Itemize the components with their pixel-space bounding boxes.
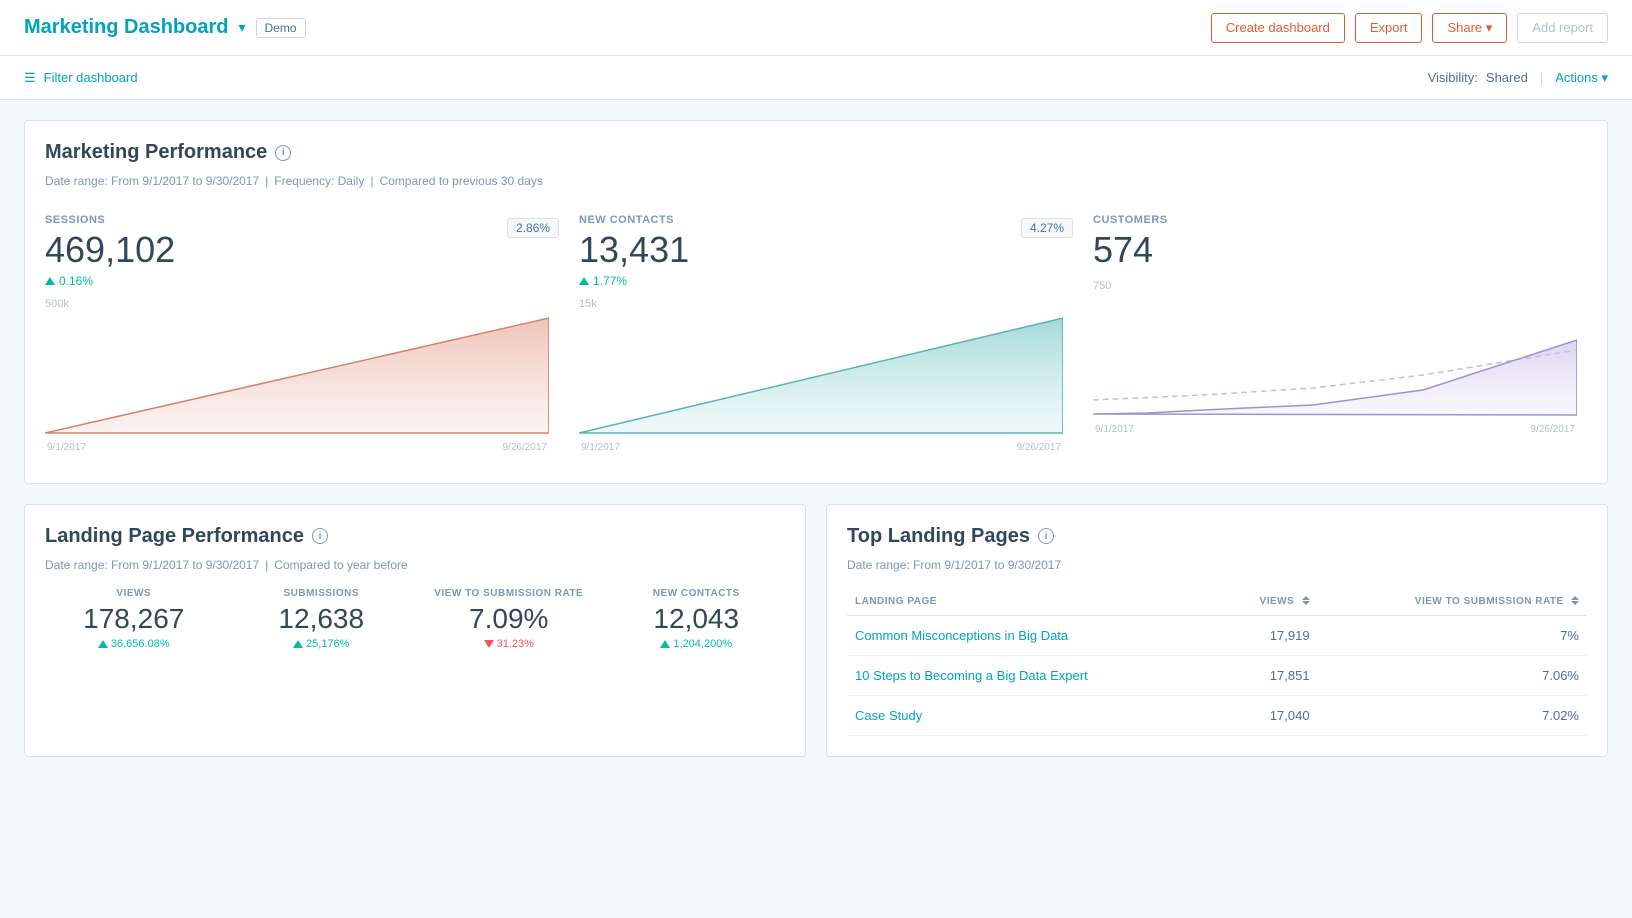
customers-chart: 750 9/1/2017 xyxy=(1093,270,1587,435)
lp-submissions-label: SUBMISSIONS xyxy=(233,588,411,599)
sessions-change: 0.16% xyxy=(45,274,175,288)
lp-vsr-down-icon xyxy=(484,640,494,648)
sessions-chart-end: 9/26/2017 xyxy=(503,442,548,453)
sessions-chart-start: 9/1/2017 xyxy=(47,442,86,453)
lp-vsr-value: 7.09% xyxy=(420,603,598,635)
lp-views: VIEWS 178,267 36,656.08% xyxy=(45,588,223,650)
lp-submissions-change: 25,176% xyxy=(233,638,411,650)
landing-page-rate: 7.02% xyxy=(1318,695,1587,735)
top-landing-pages-title: Top Landing Pages i xyxy=(847,525,1587,548)
bottom-row: Landing Page Performance i Date range: F… xyxy=(24,504,1608,777)
marketing-performance-card: Marketing Performance i Date range: From… xyxy=(24,120,1608,484)
col-views[interactable]: VIEWS xyxy=(1219,588,1318,616)
lp-new-contacts-up-icon xyxy=(660,640,670,648)
views-sort-icon xyxy=(1302,596,1310,605)
lp-new-contacts: NEW CONTACTS 12,043 1,204,200% xyxy=(608,588,786,650)
landing-page-name: 10 Steps to Becoming a Big Data Expert xyxy=(847,655,1219,695)
lp-submissions-up-icon xyxy=(293,640,303,648)
table-row: 10 Steps to Becoming a Big Data Expert 1… xyxy=(847,655,1587,695)
vsr-sort-icon xyxy=(1571,596,1579,605)
sessions-chart-y: 500k xyxy=(45,298,69,310)
new-contacts-badge: 4.27% xyxy=(1021,218,1073,238)
new-contacts-chart: 15k 9/1/2017 9/26/2017 xyxy=(579,288,1073,453)
new-contacts-change: 1.77% xyxy=(579,274,689,288)
col-vsr[interactable]: VIEW TO SUBMISSION RATE xyxy=(1318,588,1587,616)
customers-value: 574 xyxy=(1093,230,1168,270)
sessions-metric: SESSIONS 469,102 0.16% 2.86% 500k xyxy=(45,204,559,463)
landing-page-views: 17,851 xyxy=(1219,655,1318,695)
sessions-label: SESSIONS xyxy=(45,214,175,226)
sessions-up-icon xyxy=(45,277,55,285)
lp-views-up-icon xyxy=(98,640,108,648)
table-row: Case Study 17,040 7.02% xyxy=(847,695,1587,735)
tlp-date-range: Date range: From 9/1/2017 to 9/30/2017 xyxy=(847,558,1587,572)
filter-right: Visibility: Shared | Actions ▾ xyxy=(1428,70,1608,86)
top-landing-pages-card: Top Landing Pages i Date range: From 9/1… xyxy=(826,504,1608,757)
sessions-chart: 500k 9/1/2017 9/26/2017 xyxy=(45,288,559,453)
new-contacts-chart-end: 9/26/2017 xyxy=(1017,442,1062,453)
new-contacts-chart-y: 15k xyxy=(579,298,597,310)
lp-new-contacts-change: 1,204,200% xyxy=(608,638,786,650)
sessions-value: 469,102 xyxy=(45,230,175,270)
marketing-performance-info-icon[interactable]: i xyxy=(275,145,291,161)
lp-new-contacts-value: 12,043 xyxy=(608,603,786,635)
new-contacts-metric: NEW CONTACTS 13,431 1.77% 4.27% 15k xyxy=(559,204,1073,463)
actions-button[interactable]: Actions ▾ xyxy=(1555,70,1608,86)
customers-label: CUSTOMERS xyxy=(1093,214,1168,226)
demo-badge: Demo xyxy=(256,18,306,38)
lp-info-icon[interactable]: i xyxy=(312,528,328,544)
landing-page-performance-title: Landing Page Performance i xyxy=(45,525,785,548)
export-button[interactable]: Export xyxy=(1355,13,1423,43)
lp-submissions-value: 12,638 xyxy=(233,603,411,635)
lp-metrics: VIEWS 178,267 36,656.08% SUBMISSIONS 12,… xyxy=(45,588,785,650)
landing-page-rate: 7% xyxy=(1318,615,1587,655)
col-landing-page: LANDING PAGE xyxy=(847,588,1219,616)
customers-chart-end: 9/26/2017 xyxy=(1531,424,1576,435)
customers-metric: CUSTOMERS 574 750 xyxy=(1073,204,1587,463)
new-contacts-value: 13,431 xyxy=(579,230,689,270)
add-report-button: Add report xyxy=(1517,13,1608,43)
marketing-performance-date-range: Date range: From 9/1/2017 to 9/30/2017 |… xyxy=(45,174,1587,188)
landing-page-rate: 7.06% xyxy=(1318,655,1587,695)
marketing-performance-title: Marketing Performance i xyxy=(45,141,1587,164)
customers-chart-y: 750 xyxy=(1093,280,1111,292)
share-button[interactable]: Share ▾ xyxy=(1432,13,1507,43)
visibility-label: Visibility: xyxy=(1428,70,1478,85)
dashboard-title: Marketing Dashboard xyxy=(24,16,228,39)
landing-page-views: 17,040 xyxy=(1219,695,1318,735)
filter-label: Filter dashboard xyxy=(44,70,138,85)
tlp-info-icon[interactable]: i xyxy=(1038,528,1054,544)
app-header: Marketing Dashboard ▾ Demo Create dashbo… xyxy=(0,0,1632,56)
lp-views-change: 36,656.08% xyxy=(45,638,223,650)
lp-view-submission-rate: VIEW TO SUBMISSION RATE 7.09% 31.23% xyxy=(420,588,598,650)
top-landing-pages-table: LANDING PAGE VIEWS VIEW TO SUBMISSION RA… xyxy=(847,588,1587,736)
new-contacts-chart-start: 9/1/2017 xyxy=(581,442,620,453)
lp-submissions: SUBMISSIONS 12,638 25,176% xyxy=(233,588,411,650)
table-row: Common Misconceptions in Big Data 17,919… xyxy=(847,615,1587,655)
visibility-value: Shared xyxy=(1486,70,1528,85)
filter-dashboard-button[interactable]: ☰ Filter dashboard xyxy=(24,70,138,86)
lp-views-value: 178,267 xyxy=(45,603,223,635)
customers-chart-start: 9/1/2017 xyxy=(1095,424,1134,435)
landing-page-views: 17,919 xyxy=(1219,615,1318,655)
landing-page-performance-card: Landing Page Performance i Date range: F… xyxy=(24,504,806,757)
create-dashboard-button[interactable]: Create dashboard xyxy=(1211,13,1345,43)
lp-new-contacts-label: NEW CONTACTS xyxy=(608,588,786,599)
lp-views-label: VIEWS xyxy=(45,588,223,599)
new-contacts-label: NEW CONTACTS xyxy=(579,214,689,226)
header-left: Marketing Dashboard ▾ Demo xyxy=(24,16,306,39)
sessions-badge: 2.86% xyxy=(507,218,559,238)
metrics-row: SESSIONS 469,102 0.16% 2.86% 500k xyxy=(45,204,1587,463)
title-chevron-icon[interactable]: ▾ xyxy=(238,19,245,36)
lp-vsr-label: VIEW TO SUBMISSION RATE xyxy=(420,588,598,599)
new-contacts-up-icon xyxy=(579,277,589,285)
landing-page-name: Common Misconceptions in Big Data xyxy=(847,615,1219,655)
lp-vsr-change: 31.23% xyxy=(420,638,598,650)
landing-page-name: Case Study xyxy=(847,695,1219,735)
main-content: Marketing Performance i Date range: From… xyxy=(0,100,1632,797)
lp-date-range: Date range: From 9/1/2017 to 9/30/2017 |… xyxy=(45,558,785,572)
header-actions: Create dashboard Export Share ▾ Add repo… xyxy=(1211,13,1608,43)
filter-bar: ☰ Filter dashboard Visibility: Shared | … xyxy=(0,56,1632,100)
filter-icon: ☰ xyxy=(24,70,36,86)
